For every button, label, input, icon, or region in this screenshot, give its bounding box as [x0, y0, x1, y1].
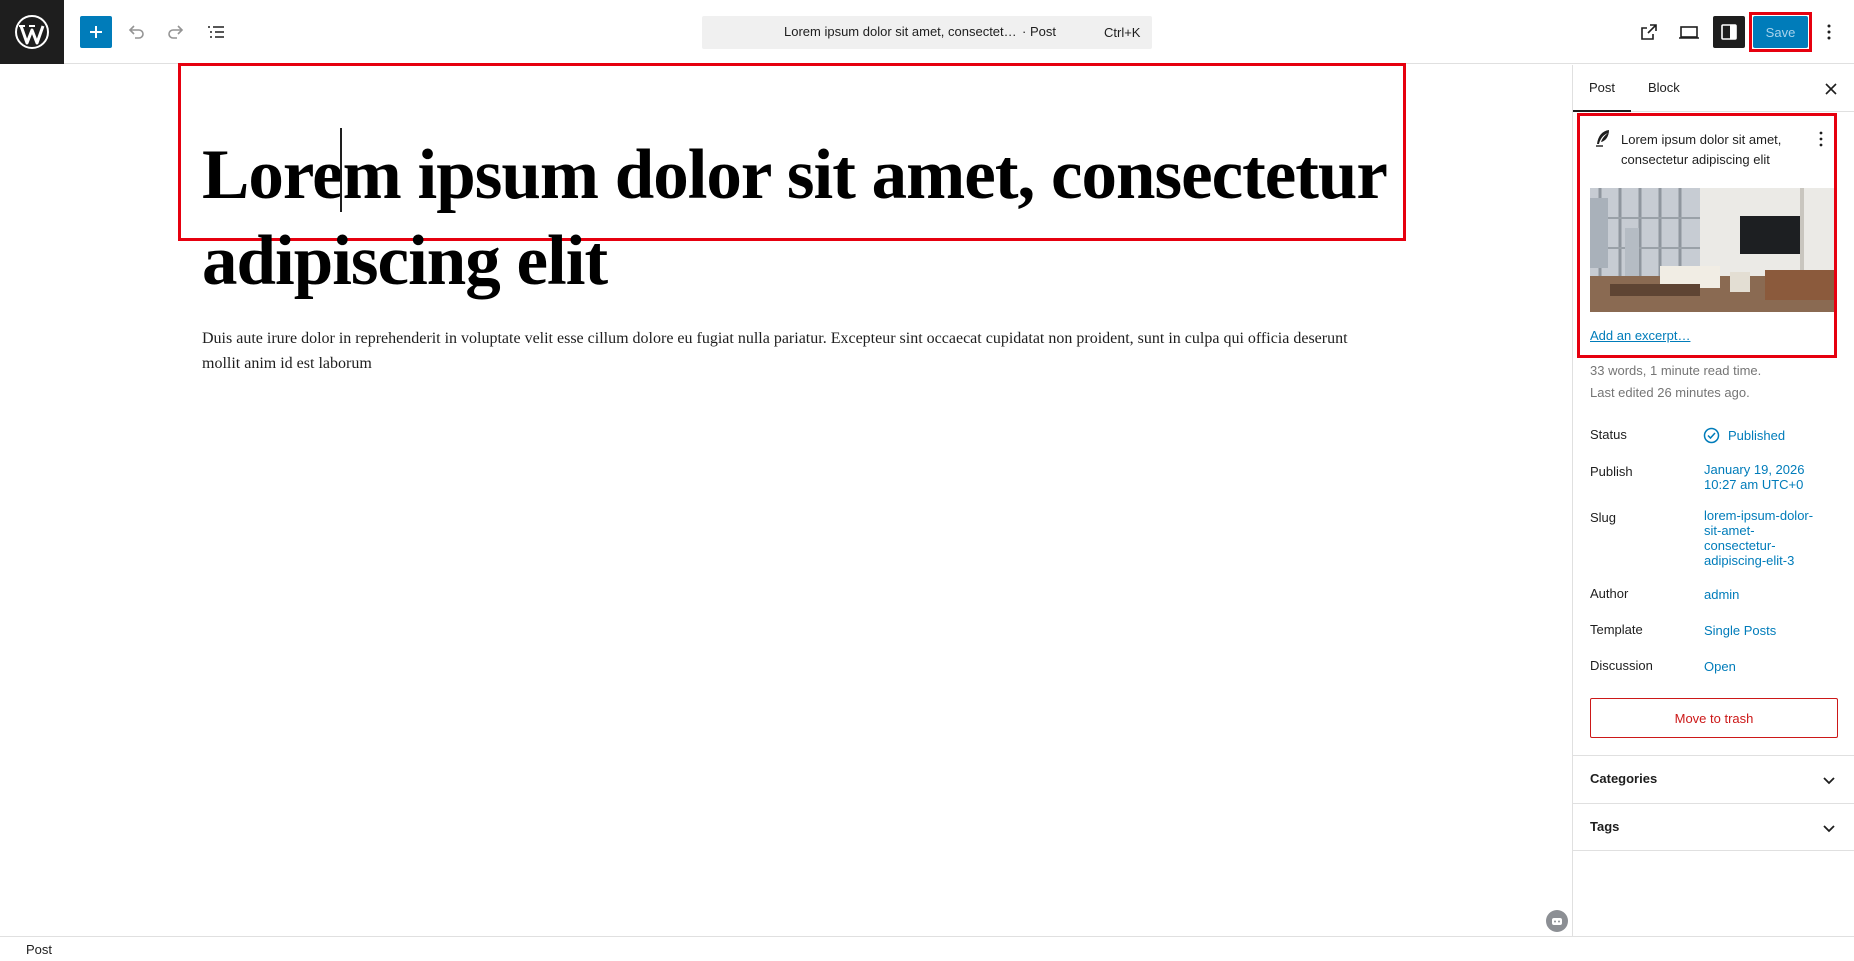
- editor-header: Lorem ipsum dolor sit amet, consectet… ·…: [0, 0, 1854, 64]
- more-vertical-icon: [1827, 24, 1831, 40]
- command-bar-title: Lorem ipsum dolor sit amet, consectet…: [784, 24, 1017, 39]
- chevron-down-icon: [1823, 777, 1835, 785]
- slug-line[interactable]: consectetur-: [1704, 538, 1776, 553]
- published-check-icon: [1703, 427, 1720, 444]
- slug-line[interactable]: adipiscing-elit-3: [1704, 553, 1794, 568]
- add-block-button[interactable]: [80, 16, 112, 48]
- slug-line[interactable]: sit-amet-: [1704, 523, 1755, 538]
- command-bar-post-type: · Post: [1022, 24, 1056, 39]
- add-excerpt-link[interactable]: Add an excerpt…: [1590, 328, 1690, 343]
- tab-block[interactable]: Block: [1632, 65, 1696, 112]
- close-icon: [1825, 83, 1837, 95]
- view-post-button[interactable]: [1633, 16, 1665, 48]
- tags-panel-label: Tags: [1590, 819, 1620, 834]
- move-to-trash-button[interactable]: Move to trash: [1590, 698, 1838, 738]
- breadcrumb[interactable]: Post: [26, 942, 52, 957]
- author-label: Author: [1590, 586, 1629, 601]
- discussion-label: Discussion: [1590, 658, 1653, 673]
- list-view-icon: [208, 26, 224, 38]
- plus-icon: [90, 26, 102, 38]
- publish-time[interactable]: 10:27 am UTC+0: [1704, 477, 1803, 492]
- status-value[interactable]: Published: [1728, 428, 1785, 443]
- command-palette-bar[interactable]: Lorem ipsum dolor sit amet, consectet… ·…: [702, 16, 1152, 49]
- redo-button[interactable]: [160, 16, 192, 48]
- categories-panel-label: Categories: [1590, 771, 1658, 786]
- more-vertical-icon: [1819, 131, 1823, 147]
- sidebar-tabs: Post Block: [1573, 65, 1854, 112]
- discussion-value[interactable]: Open: [1704, 659, 1736, 674]
- publish-date[interactable]: January 19, 2026: [1704, 462, 1804, 477]
- external-link-icon: [1641, 24, 1657, 40]
- post-summary-title: Lorem ipsum dolor sit amet, consectetur …: [1621, 132, 1782, 167]
- undo-icon: [128, 25, 144, 39]
- desktop-preview-icon: [1679, 26, 1699, 39]
- post-feather-icon: [1594, 128, 1612, 148]
- document-overview-button[interactable]: [200, 16, 232, 48]
- featured-image[interactable]: [1590, 188, 1836, 312]
- wordpress-logo-icon[interactable]: [0, 0, 64, 64]
- word-count: 33 words, 1 minute read time.: [1590, 363, 1762, 378]
- settings-toggle-button[interactable]: [1713, 16, 1745, 48]
- slug-line[interactable]: lorem-ipsum-dolor-: [1704, 508, 1813, 523]
- close-sidebar-button[interactable]: [1821, 79, 1841, 99]
- command-bar-shortcut: Ctrl+K: [1104, 25, 1141, 40]
- post-actions-button[interactable]: [1818, 130, 1832, 150]
- preview-button[interactable]: [1673, 16, 1705, 48]
- status-bar: Post: [0, 936, 1854, 961]
- slug-label: Slug: [1590, 510, 1617, 525]
- text-cursor: [340, 128, 342, 212]
- options-menu-button[interactable]: [1815, 16, 1843, 48]
- assistant-icon[interactable]: [1546, 910, 1568, 932]
- post-title[interactable]: Lorem ipsum dolor sit amet, consectetur …: [202, 132, 1392, 304]
- author-value[interactable]: admin: [1704, 587, 1739, 602]
- paragraph-block[interactable]: Duis aute irure dolor in reprehenderit i…: [202, 326, 1362, 376]
- template-value[interactable]: Single Posts: [1704, 623, 1776, 638]
- save-button[interactable]: Save: [1753, 16, 1808, 48]
- status-label: Status: [1590, 427, 1627, 442]
- tab-post[interactable]: Post: [1573, 65, 1632, 112]
- categories-panel[interactable]: Categories: [1573, 755, 1854, 803]
- redo-icon: [168, 25, 184, 39]
- publish-label: Publish: [1590, 464, 1633, 479]
- chevron-down-icon: [1823, 825, 1835, 833]
- last-edited: Last edited 26 minutes ago.: [1590, 385, 1750, 400]
- undo-button[interactable]: [120, 16, 152, 48]
- tags-panel[interactable]: Tags: [1573, 803, 1854, 851]
- sidebar-icon: [1721, 24, 1737, 40]
- template-label: Template: [1590, 622, 1643, 637]
